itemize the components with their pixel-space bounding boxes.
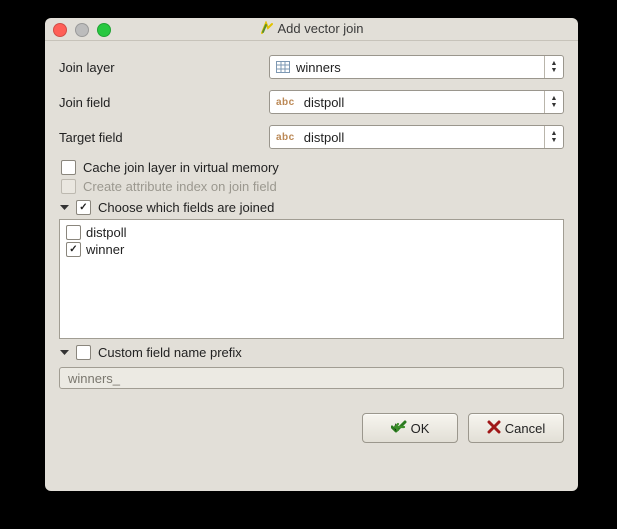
field-name: distpoll xyxy=(86,225,126,240)
create-index-label: Create attribute index on join field xyxy=(83,179,277,194)
cache-join-row: Cache join layer in virtual memory xyxy=(61,160,564,175)
cancel-icon xyxy=(487,420,501,437)
custom-prefix-label: Custom field name prefix xyxy=(98,345,242,360)
fields-list[interactable]: distpoll winner xyxy=(59,219,564,339)
disclosure-triangle-icon[interactable] xyxy=(59,347,70,358)
join-field-value: distpoll xyxy=(304,95,544,110)
ok-button[interactable]: OK xyxy=(362,413,458,443)
target-field-row: Target field abc distpoll ▲▼ xyxy=(59,125,564,149)
field-checkbox-distpoll[interactable] xyxy=(66,225,81,240)
app-icon xyxy=(260,21,274,38)
target-field-label: Target field xyxy=(59,130,269,145)
list-item[interactable]: winner xyxy=(66,241,557,258)
target-field-value: distpoll xyxy=(304,130,544,145)
window-title: Add vector join xyxy=(45,21,578,38)
custom-prefix-checkbox[interactable] xyxy=(76,345,91,360)
dialog-buttons: OK Cancel xyxy=(59,413,564,443)
window-title-text: Add vector join xyxy=(278,21,364,36)
field-name: winner xyxy=(86,242,124,257)
field-checkbox-winner[interactable] xyxy=(66,242,81,257)
choose-fields-label: Choose which fields are joined xyxy=(98,200,274,215)
join-layer-combo[interactable]: winners ▲▼ xyxy=(269,55,564,79)
disclosure-triangle-icon[interactable] xyxy=(59,202,70,213)
choose-fields-section: Choose which fields are joined distpoll … xyxy=(59,200,564,339)
custom-prefix-section: Custom field name prefix xyxy=(59,345,564,389)
join-layer-row: Join layer winners ▲▼ xyxy=(59,55,564,79)
choose-fields-checkbox[interactable] xyxy=(76,200,91,215)
titlebar: Add vector join xyxy=(45,18,578,41)
join-layer-value: winners xyxy=(296,60,544,75)
join-field-combo[interactable]: abc distpoll ▲▼ xyxy=(269,90,564,114)
text-type-icon: abc xyxy=(276,97,298,108)
custom-prefix-header: Custom field name prefix xyxy=(59,345,564,360)
cancel-button[interactable]: Cancel xyxy=(468,413,564,443)
create-index-checkbox xyxy=(61,179,76,194)
cache-join-checkbox[interactable] xyxy=(61,160,76,175)
list-item[interactable]: distpoll xyxy=(66,224,557,241)
dialog-window: Add vector join Join layer winners ▲▼ xyxy=(45,18,578,491)
combo-stepper[interactable]: ▲▼ xyxy=(544,91,563,113)
ok-icon xyxy=(391,420,407,437)
combo-stepper[interactable]: ▲▼ xyxy=(544,56,563,78)
custom-prefix-input xyxy=(59,367,564,389)
target-field-combo[interactable]: abc distpoll ▲▼ xyxy=(269,125,564,149)
ok-button-label: OK xyxy=(411,421,430,436)
cancel-button-label: Cancel xyxy=(505,421,545,436)
combo-stepper[interactable]: ▲▼ xyxy=(544,126,563,148)
join-field-label: Join field xyxy=(59,95,269,110)
table-icon xyxy=(276,61,290,73)
join-field-row: Join field abc distpoll ▲▼ xyxy=(59,90,564,114)
dialog-content: Join layer winners ▲▼ Join field xyxy=(45,41,578,453)
choose-fields-header: Choose which fields are joined xyxy=(59,200,564,215)
create-index-row: Create attribute index on join field xyxy=(61,179,564,194)
cache-join-label: Cache join layer in virtual memory xyxy=(83,160,279,175)
join-layer-label: Join layer xyxy=(59,60,269,75)
text-type-icon: abc xyxy=(276,132,298,143)
